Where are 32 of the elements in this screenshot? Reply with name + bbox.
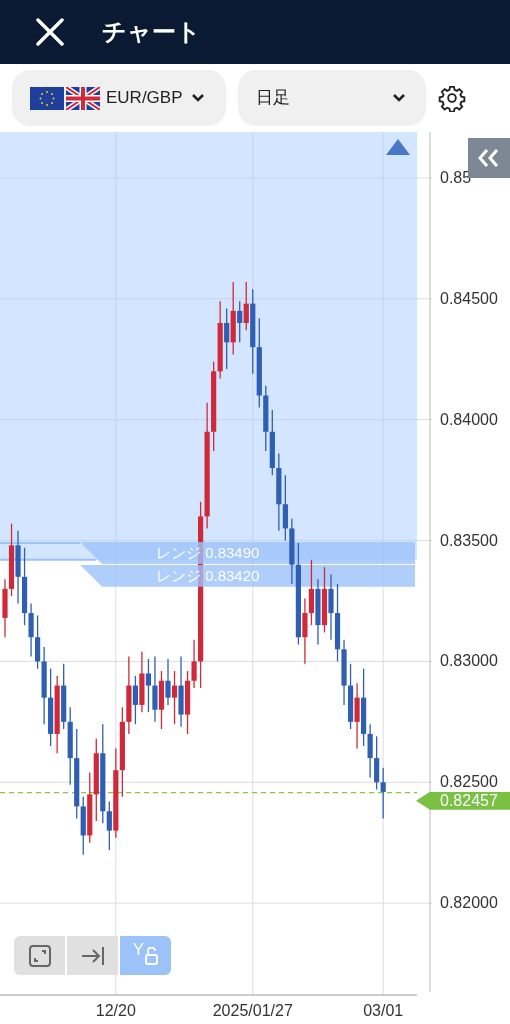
range-label[interactable]: レンジ 0.83490 (80, 541, 415, 564)
date-label: 03/01 (363, 1001, 404, 1021)
jump-to-latest-button[interactable] (67, 936, 118, 975)
price-label: 0.82500 (440, 774, 498, 791)
chevron-down-icon (392, 93, 406, 103)
chevron-down-icon (190, 93, 205, 103)
page-title: チャート (102, 17, 201, 47)
date-label: 12/20 (95, 1001, 136, 1021)
date-label: 2025/01/27 (212, 1001, 293, 1021)
range-line[interactable] (0, 541, 81, 544)
eu-flag-icon (30, 86, 64, 110)
range-line[interactable] (0, 558, 97, 561)
price-label: 0.85 (440, 169, 472, 186)
expand-icon (27, 943, 52, 968)
close-icon[interactable] (36, 18, 64, 46)
uk-flag-icon (66, 86, 100, 110)
double-chevron-left-icon (477, 148, 501, 168)
unlock-icon (145, 946, 159, 965)
y-axis-lock-button[interactable]: Y (120, 936, 171, 975)
price-label: 0.83500 (440, 532, 498, 549)
price-label: 0.82000 (440, 895, 498, 912)
price-label: 0.84500 (440, 290, 498, 307)
range-label[interactable]: レンジ 0.83420 (80, 564, 415, 587)
settings-icon[interactable] (438, 84, 466, 112)
current-price-badge: 0.82457 (416, 791, 510, 810)
price-label: 0.84000 (440, 411, 498, 428)
fit-button[interactable] (14, 936, 65, 975)
timeframe-dropdown[interactable]: 日足 (238, 70, 426, 126)
arrow-to-bar-icon (79, 944, 106, 967)
price-label: 0.83000 (440, 653, 498, 670)
range-handle-icon[interactable] (386, 139, 410, 155)
pair-selector[interactable]: EUR/GBP (12, 70, 226, 126)
